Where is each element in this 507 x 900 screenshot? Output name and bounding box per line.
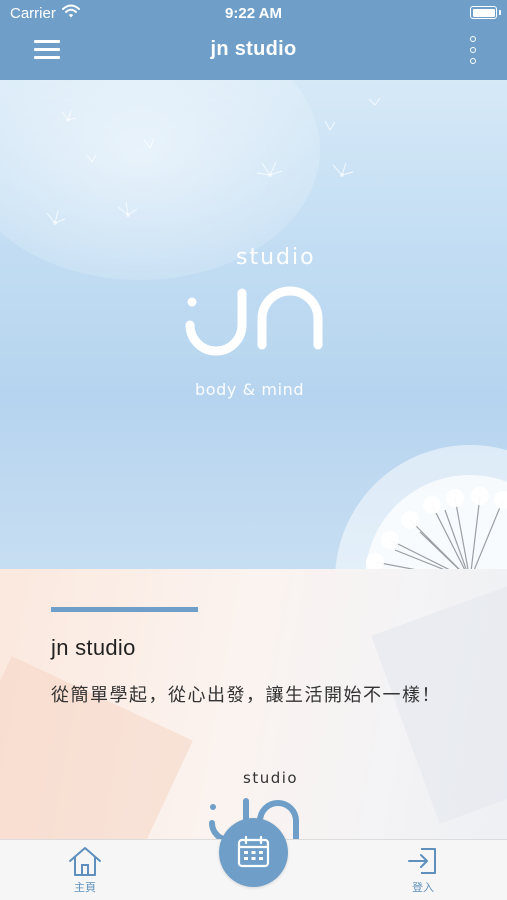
tab-home-label: 主頁 [74,882,96,894]
nav-bar: jn studio [0,28,507,80]
app-header: Carrier 9:22 AM jn studio [0,0,507,80]
tab-login-label: 登入 [412,882,434,894]
logo-tagline: body & mind [195,380,305,399]
page-title: jn studio [210,38,297,60]
studio-slogan: 從簡單學起，從心出發，讓生活開始不一樣！ [51,685,441,706]
home-icon [69,847,101,876]
logo-studio-text: studio [236,245,316,270]
booking-button[interactable] [219,818,288,887]
more-icon[interactable] [467,36,479,66]
studio-logo: studio body & mind [180,245,340,410]
hero-banner: studio body & mind [0,80,507,569]
calendar-icon [237,835,270,868]
studio-name: jn studio [51,635,136,660]
tab-login[interactable]: 登入 [383,842,463,898]
status-time: 9:22 AM [225,5,282,22]
jn-logo-mark [185,286,323,356]
battery-icon [470,6,501,19]
tab-home[interactable]: 主頁 [45,842,125,898]
status-bar: Carrier 9:22 AM [0,0,507,28]
accent-line [51,607,198,612]
logo-studio-text: studio [243,769,299,787]
content-section: jn studio 從簡單學起，從心出發，讓生活開始不一樣！ studio [0,569,507,839]
login-icon [408,848,436,874]
